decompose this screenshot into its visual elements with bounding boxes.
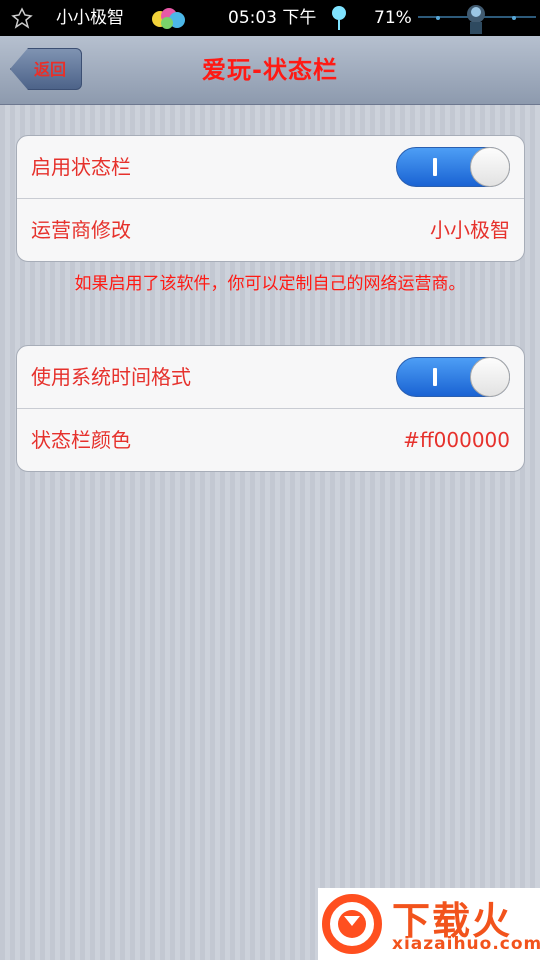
- toggle-on-mark: [433, 158, 437, 176]
- toggle-knob: [470, 147, 510, 187]
- toggle-knob: [470, 357, 510, 397]
- enable-statusbar-toggle[interactable]: [396, 147, 510, 187]
- statusbar-color-label: 状态栏颜色: [31, 428, 131, 452]
- balloons-icon: [152, 8, 185, 29]
- carrier-name: 小小极智: [56, 8, 124, 28]
- settings-group-statusbar: 启用状态栏 运营商修改 小小极智: [16, 135, 525, 262]
- carrier-edit-label: 运营商修改: [31, 218, 131, 242]
- app-notification-icon: [11, 7, 33, 29]
- watermark-logo: 下载火 xiazaihuo.com: [318, 888, 540, 960]
- row-carrier-edit[interactable]: 运营商修改 小小极智: [17, 199, 524, 261]
- watermark-domain: xiazaihuo.com: [392, 934, 540, 954]
- status-bar: 小小极智 05:03 下午 71%: [0, 0, 540, 36]
- row-system-time-format: 使用系统时间格式: [17, 346, 524, 409]
- statusbar-color-value: #ff000000: [403, 428, 510, 452]
- flame-download-icon: [322, 894, 382, 954]
- decorative-character-icon: [418, 5, 536, 34]
- settings-group-display: 使用系统时间格式 状态栏颜色 #ff000000: [16, 345, 525, 472]
- system-time-format-toggle[interactable]: [396, 357, 510, 397]
- toggle-on-mark: [433, 368, 437, 386]
- carrier-edit-value: 小小极智: [430, 218, 510, 242]
- download-arrow-icon: [344, 916, 360, 926]
- balloon-pin-icon: [332, 6, 346, 30]
- enable-statusbar-label: 启用状态栏: [31, 155, 131, 179]
- system-time-format-label: 使用系统时间格式: [31, 365, 191, 389]
- row-statusbar-color[interactable]: 状态栏颜色 #ff000000: [17, 409, 524, 471]
- navigation-bar: 爱玩-状态栏 返回: [0, 36, 540, 105]
- row-enable-statusbar: 启用状态栏: [17, 136, 524, 199]
- battery-level: 71%: [374, 8, 412, 28]
- info-note: 如果启用了该软件，你可以定制自己的网络运营商。: [74, 274, 466, 294]
- clock: 05:03 下午: [228, 8, 317, 28]
